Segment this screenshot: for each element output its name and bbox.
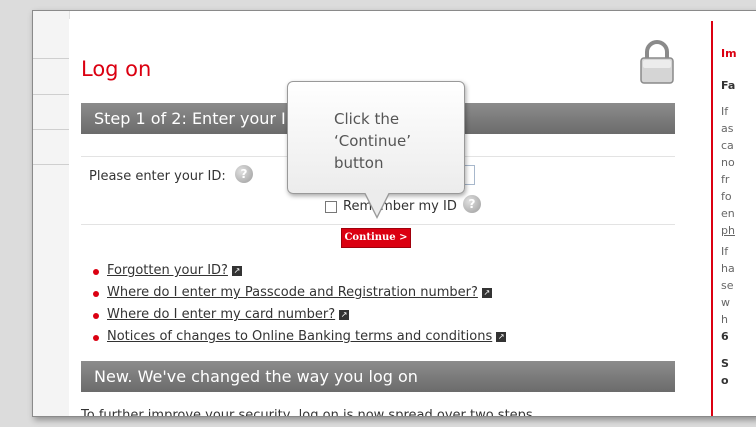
external-link-icon: ↗ — [481, 287, 492, 298]
sidebar-text: w — [721, 296, 730, 309]
tooltip-pointer-fill — [365, 192, 389, 216]
callout-tooltip: Click the ‘Continue’ button — [287, 81, 465, 194]
list-item: Notices of changes to Online Banking ter… — [93, 329, 507, 351]
tooltip-text: Click the ‘Continue’ button — [334, 110, 411, 172]
remember-id-checkbox[interactable] — [325, 200, 337, 213]
list-item: Where do I enter my Passcode and Registr… — [93, 285, 506, 307]
nav-divider — [33, 164, 69, 165]
sidebar-text: Fa — [721, 79, 736, 92]
external-link-icon: ↗ — [231, 265, 242, 276]
sidebar-text: se — [721, 279, 734, 292]
intro-text: To further improve your security, log on… — [81, 408, 537, 417]
continue-button[interactable]: Continue > — [341, 228, 411, 248]
sidebar-text: ha — [721, 262, 735, 275]
sidebar-text: 6 — [721, 330, 729, 343]
nav-divider — [33, 94, 69, 95]
passcode-help-link[interactable]: Where do I enter my Passcode and Registr… — [107, 285, 478, 300]
sidebar-text: If — [721, 105, 729, 118]
browser-window: Log on Step 1 of 2: Enter your ID Please… — [32, 10, 756, 417]
id-label: Please enter your ID: — [89, 169, 226, 184]
sidebar-text: h — [721, 313, 728, 326]
sidebar-text: as — [721, 122, 734, 135]
sidebar-text: o — [721, 374, 729, 387]
external-link-icon: ↗ — [339, 309, 350, 320]
nav-divider — [33, 58, 69, 59]
sidebar-text: fo — [721, 190, 732, 203]
forgotten-id-link[interactable]: Forgotten your ID? — [107, 263, 228, 278]
sidebar-text: fr — [721, 173, 730, 186]
sidebar-text: If — [721, 245, 729, 258]
nav-divider — [33, 129, 69, 130]
sidebar-text: ca — [721, 139, 734, 152]
question-mark-icon[interactable]: ? — [235, 165, 253, 183]
information-sidebar: Im Fa If as ca no fr fo en ph If ha se w… — [711, 21, 756, 416]
remember-id-label: Remember my ID — [343, 199, 457, 214]
sidebar-text: en — [721, 207, 735, 220]
card-number-help-link[interactable]: Where do I enter my card number? — [107, 307, 335, 322]
page-title: Log on — [81, 57, 152, 81]
left-navigation-strip — [33, 11, 70, 416]
terms-notices-link[interactable]: Notices of changes to Online Banking ter… — [107, 329, 492, 344]
remember-id-row[interactable]: Remember my ID — [325, 199, 457, 214]
sidebar-link[interactable]: ph — [721, 224, 735, 237]
sidebar-text: S — [721, 357, 729, 370]
sidebar-text: Im — [721, 47, 737, 60]
divider — [81, 224, 675, 225]
list-item: Where do I enter my card number? ↗ — [93, 307, 506, 329]
padlock-icon — [640, 40, 674, 84]
question-mark-icon[interactable]: ? — [463, 195, 481, 213]
new-logon-heading: New. We've changed the way you log on — [81, 361, 675, 392]
list-item: Forgotten your ID? ↗ — [93, 263, 506, 285]
help-links-list: Forgotten your ID? ↗ Where do I enter my … — [93, 263, 507, 351]
external-link-icon: ↗ — [496, 331, 507, 342]
sidebar-text: no — [721, 156, 735, 169]
